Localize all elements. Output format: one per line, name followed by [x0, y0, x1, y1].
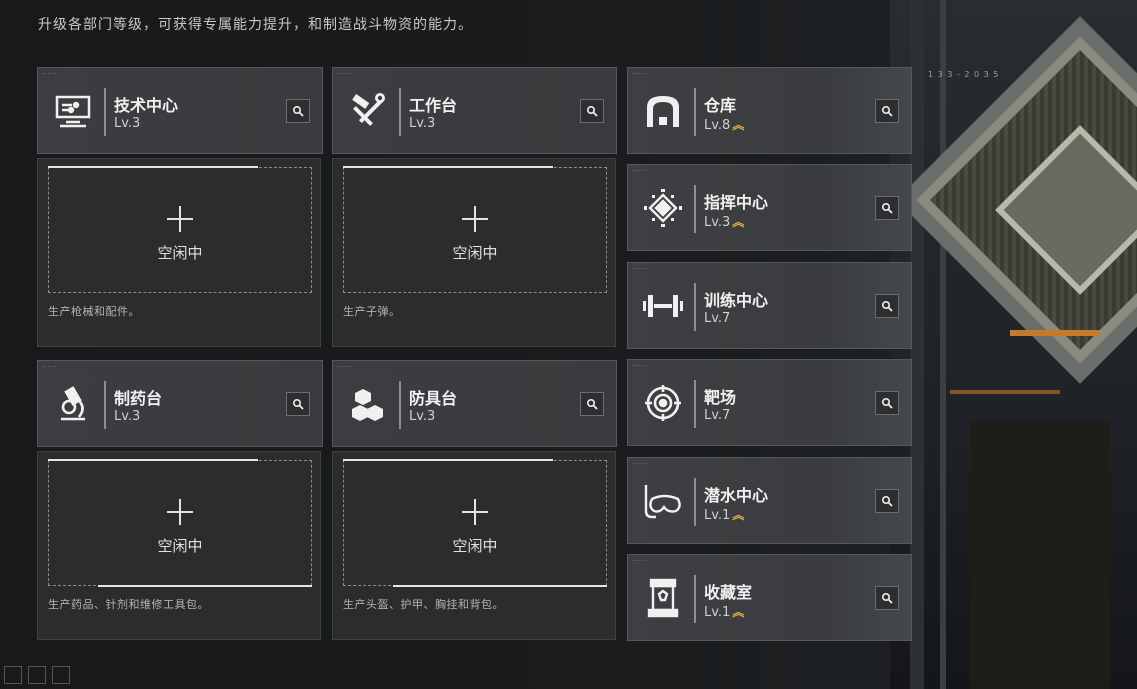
facility-level: Lv.3 [114, 409, 141, 424]
microscope-icon [50, 381, 96, 427]
upgrade-arrow-icon: ︽ [732, 215, 744, 229]
search-icon [881, 297, 893, 316]
search-icon [881, 589, 893, 608]
search-button[interactable] [875, 586, 899, 610]
bottom-toolbar [0, 666, 90, 689]
target-icon [640, 380, 686, 426]
facility-name: 制药台 [114, 389, 163, 408]
toolbar-slot[interactable] [4, 666, 22, 684]
intro-text: 升级各部门等级，可获得专属能力提升，和制造战斗物资的能力。 [38, 17, 473, 33]
facility-level: Lv.1 [704, 605, 731, 620]
search-icon [292, 395, 304, 414]
production-description: 生产头盔、护甲、胸挂和背包。 [343, 598, 504, 611]
search-icon [586, 395, 598, 414]
facility-card-workbench[interactable]: — — — 工作台 Lv.3 [332, 67, 617, 154]
facility-level: Lv.8 [704, 118, 731, 133]
facility-level: Lv.3 [114, 116, 141, 131]
facility-level: Lv.3 [409, 409, 436, 424]
toolbar-slot[interactable] [52, 666, 70, 684]
upgrade-arrow-icon: ︽ [732, 508, 744, 522]
chip-icon [640, 185, 686, 231]
facility-name: 收藏室 [704, 583, 753, 602]
production-description: 生产子弹。 [343, 305, 401, 318]
search-icon [586, 102, 598, 121]
plus-icon [167, 499, 193, 525]
production-slot[interactable]: 空闲中 [343, 167, 607, 293]
production-slot[interactable]: 空闲中 [48, 167, 312, 293]
facility-card-tech-center[interactable]: — — — 技术中心 Lv.3 [37, 67, 323, 154]
plus-icon [167, 206, 193, 232]
search-button[interactable] [875, 489, 899, 513]
monitor-icon [50, 88, 96, 134]
facility-level: Lv.1 [704, 508, 731, 523]
hud-readout: 1 3 3 - 2 0 3 5 [928, 70, 1000, 79]
facility-name: 训练中心 [704, 291, 769, 310]
facility-card-warehouse[interactable]: — — — 仓库 Lv.8 ︽ [627, 67, 912, 154]
facility-card-armor-bench[interactable]: — — — 防具台 Lv.3 [332, 360, 617, 447]
upgrade-arrow-icon: ︽ [732, 118, 744, 132]
production-slot[interactable]: 空闲中 [343, 460, 607, 586]
production-panel-armor-bench: 空闲中 生产头盔、护甲、胸挂和背包。 [332, 451, 616, 640]
cubes-icon [345, 381, 391, 427]
hammer-wrench-icon [345, 88, 391, 134]
toolbar-slot[interactable] [28, 666, 46, 684]
dumbbell-icon [640, 283, 686, 329]
facility-card-shooting-range[interactable]: — — — 靶场 Lv.7 [627, 359, 912, 446]
facility-card-training-center[interactable]: — — — 训练中心 Lv.7 [627, 262, 912, 349]
facility-card-collection-room[interactable]: — — — 收藏室 Lv.1 ︽ [627, 554, 912, 641]
facility-name: 防具台 [409, 389, 458, 408]
background-scene: 1 3 3 - 2 0 3 5 [890, 0, 1137, 689]
search-icon [881, 199, 893, 218]
slot-status: 空闲中 [452, 537, 498, 555]
slot-status: 空闲中 [452, 244, 498, 262]
search-button[interactable] [286, 392, 310, 416]
facility-level: Lv.3 [704, 215, 731, 230]
search-button[interactable] [875, 99, 899, 123]
facility-name: 工作台 [409, 96, 458, 115]
search-icon [881, 492, 893, 511]
slot-status: 空闲中 [157, 537, 203, 555]
facility-card-diving-center[interactable]: — — — 潜水中心 Lv.1 ︽ [627, 457, 912, 544]
production-panel-pharmacy: 空闲中 生产药品、针剂和维修工具包。 [37, 451, 321, 640]
facility-name: 仓库 [704, 96, 737, 115]
facility-name: 靶场 [704, 388, 737, 407]
plus-icon [462, 206, 488, 232]
search-icon [881, 394, 893, 413]
search-button[interactable] [875, 391, 899, 415]
facility-name: 技术中心 [114, 96, 179, 115]
slot-status: 空闲中 [157, 244, 203, 262]
facility-card-command-center[interactable]: — — — 指挥中心 Lv.3 ︽ [627, 164, 912, 251]
facility-name: 指挥中心 [704, 193, 769, 212]
search-button[interactable] [580, 392, 604, 416]
production-panel-workbench: 空闲中 生产子弹。 [332, 158, 616, 347]
diving-mask-icon [640, 478, 686, 524]
facility-name: 潜水中心 [704, 486, 769, 505]
warehouse-icon [640, 88, 686, 134]
facility-level: Lv.3 [409, 116, 436, 131]
search-button[interactable] [875, 294, 899, 318]
facility-card-pharmacy[interactable]: — — — 制药台 Lv.3 [37, 360, 323, 447]
production-slot[interactable]: 空闲中 [48, 460, 312, 586]
search-icon [881, 102, 893, 121]
facility-level: Lv.7 [704, 311, 731, 326]
display-case-icon [640, 575, 686, 621]
search-button[interactable] [875, 196, 899, 220]
plus-icon [462, 499, 488, 525]
production-description: 生产药品、针剂和维修工具包。 [48, 598, 209, 611]
search-button[interactable] [286, 99, 310, 123]
facility-screen: { "intro": "升级各部门等级，可获得专属能力提升，和制造战斗物资的能力… [0, 0, 1137, 689]
upgrade-arrow-icon: ︽ [732, 605, 744, 619]
production-panel-tech-center: 空闲中 生产枪械和配件。 [37, 158, 321, 347]
search-icon [292, 102, 304, 121]
facility-level: Lv.7 [704, 408, 731, 423]
production-description: 生产枪械和配件。 [48, 305, 140, 318]
search-button[interactable] [580, 99, 604, 123]
